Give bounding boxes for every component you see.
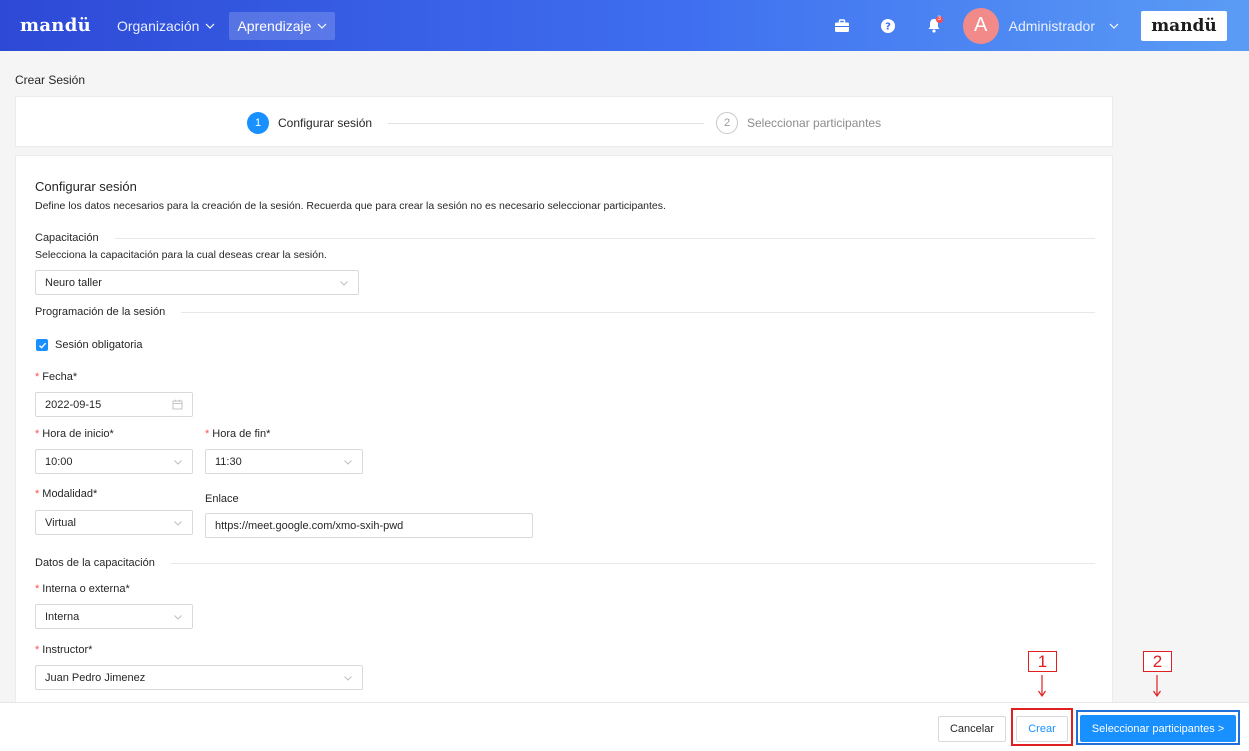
nav-item-label: Aprendizaje bbox=[237, 17, 312, 34]
main-nav: Organización Aprendizaje bbox=[109, 11, 341, 40]
bell-icon[interactable]: 3 bbox=[924, 15, 944, 36]
section-title: Capacitación bbox=[35, 232, 99, 244]
chevron-down-icon bbox=[174, 520, 182, 526]
session-form: Configurar sesión Define los datos neces… bbox=[15, 155, 1113, 715]
brand-logo[interactable]: mandü bbox=[20, 15, 91, 36]
annotation-number-2: 2 bbox=[1143, 651, 1172, 672]
interna-externa-select[interactable]: Interna bbox=[35, 604, 193, 629]
form-title: Configurar sesión bbox=[35, 179, 137, 194]
nav-item-organizacion[interactable]: Organización bbox=[109, 12, 224, 40]
hora-fin-select[interactable]: 11:30 bbox=[205, 449, 363, 474]
chevron-down-icon bbox=[340, 280, 348, 286]
section-title: Programación de la sesión bbox=[35, 306, 166, 318]
annotation-number-1: 1 bbox=[1028, 651, 1057, 672]
chevron-down-icon bbox=[344, 459, 352, 465]
step-seleccionar-participantes[interactable]: 2 Seleccionar participantes bbox=[716, 112, 881, 134]
page-title: Crear Sesión bbox=[15, 73, 86, 87]
step-label: Configurar sesión bbox=[278, 116, 373, 130]
nav-item-aprendizaje[interactable]: Aprendizaje bbox=[229, 11, 336, 40]
hora-fin-label: * Hora de fin* bbox=[205, 428, 270, 440]
instructor-label-text: Instructor* bbox=[42, 644, 93, 656]
arrow-down-icon bbox=[1038, 675, 1046, 698]
required-mark: * bbox=[35, 488, 40, 500]
fecha-label-text: Fecha* bbox=[42, 371, 78, 383]
required-mark: * bbox=[35, 583, 40, 595]
instructor-label: * Instructor* bbox=[35, 644, 92, 656]
modalidad-label: * Modalidad* bbox=[35, 488, 97, 500]
required-mark: * bbox=[35, 644, 40, 656]
step-connector bbox=[388, 123, 704, 124]
select-value: 10:00 bbox=[45, 455, 73, 468]
nav-item-label: Organización bbox=[116, 17, 200, 34]
fecha-label: * Fecha* bbox=[35, 371, 77, 383]
select-value: Virtual bbox=[45, 516, 76, 529]
annotation-highlight-crear bbox=[1011, 708, 1073, 746]
section-datos-capacitacion: Datos de la capacitación bbox=[35, 557, 1095, 569]
step-number: 1 bbox=[247, 112, 269, 134]
enlace-value: https://meet.google.com/xmo-sxih-pwd bbox=[215, 519, 404, 532]
select-value: Juan Pedro Jimenez bbox=[45, 671, 146, 684]
calendar-icon[interactable] bbox=[172, 399, 183, 410]
check-icon bbox=[38, 342, 46, 349]
chevron-down-icon bbox=[317, 23, 327, 29]
enlace-label: Enlace bbox=[205, 493, 239, 505]
chevron-down-icon bbox=[344, 675, 352, 681]
instructor-select[interactable]: Juan Pedro Jimenez bbox=[35, 665, 363, 690]
capacitacion-hint: Selecciona la capacitación para la cual … bbox=[35, 249, 327, 261]
required-mark: * bbox=[35, 428, 40, 440]
interna-label-text: Interna o externa* bbox=[42, 583, 130, 595]
company-logo: mandü bbox=[1141, 10, 1227, 41]
step-number: 2 bbox=[716, 112, 738, 134]
section-capacitacion: Capacitación bbox=[35, 232, 1095, 244]
obligatoria-label: Sesión obligatoria bbox=[55, 339, 143, 351]
svg-text:?: ? bbox=[885, 21, 891, 32]
chevron-down-icon bbox=[174, 614, 182, 620]
obligatoria-checkbox-row[interactable]: Sesión obligatoria bbox=[36, 339, 142, 351]
enlace-input[interactable]: https://meet.google.com/xmo-sxih-pwd bbox=[205, 513, 533, 538]
annotation-highlight-next bbox=[1076, 710, 1240, 745]
obligatoria-checkbox[interactable] bbox=[36, 339, 48, 351]
required-mark: * bbox=[205, 428, 210, 440]
help-icon[interactable]: ? bbox=[878, 16, 898, 36]
divider bbox=[170, 562, 1095, 564]
top-navigation-bar: mandü Organización Aprendizaje ? 3 A Adm… bbox=[0, 0, 1249, 51]
user-name[interactable]: Administrador bbox=[1009, 18, 1095, 34]
hora-inicio-label: * Hora de inicio* bbox=[35, 428, 114, 440]
avatar[interactable]: A bbox=[962, 7, 999, 44]
hora-inicio-select[interactable]: 10:00 bbox=[35, 449, 193, 474]
select-value: Neuro taller bbox=[45, 276, 102, 289]
capacitacion-select[interactable]: Neuro taller bbox=[35, 270, 359, 295]
top-right-tools: ? 3 A Administrador mandü bbox=[819, 0, 1249, 51]
cancel-button[interactable]: Cancelar bbox=[938, 716, 1006, 742]
hora-inicio-label-text: Hora de inicio* bbox=[42, 428, 114, 440]
select-value: Interna bbox=[45, 610, 80, 623]
hora-fin-label-text: Hora de fin* bbox=[212, 428, 271, 440]
modalidad-select[interactable]: Virtual bbox=[35, 510, 193, 535]
chevron-down-icon bbox=[174, 459, 182, 465]
required-mark: * bbox=[35, 371, 40, 383]
fecha-input[interactable]: 2022-09-15 bbox=[35, 392, 193, 417]
chevron-down-icon[interactable] bbox=[1109, 21, 1119, 31]
step-configurar-sesion[interactable]: 1 Configurar sesión bbox=[247, 112, 372, 134]
divider bbox=[114, 237, 1095, 239]
chevron-down-icon bbox=[206, 23, 215, 29]
form-description: Define los datos necesarios para la crea… bbox=[35, 200, 666, 212]
divider bbox=[181, 311, 1095, 313]
modalidad-label-text: Modalidad* bbox=[42, 488, 98, 500]
section-programacion: Programación de la sesión bbox=[35, 306, 1095, 318]
select-value: 11:30 bbox=[215, 455, 242, 468]
fecha-value: 2022-09-15 bbox=[45, 398, 102, 411]
section-title: Datos de la capacitación bbox=[35, 557, 155, 569]
briefcase-icon[interactable] bbox=[832, 16, 852, 36]
arrow-down-icon bbox=[1153, 675, 1161, 698]
step-label: Seleccionar participantes bbox=[747, 116, 882, 130]
stepper: 1 Configurar sesión 2 Seleccionar partic… bbox=[15, 96, 1113, 147]
notification-badge: 3 bbox=[935, 15, 943, 23]
interna-label: * Interna o externa* bbox=[35, 583, 130, 595]
